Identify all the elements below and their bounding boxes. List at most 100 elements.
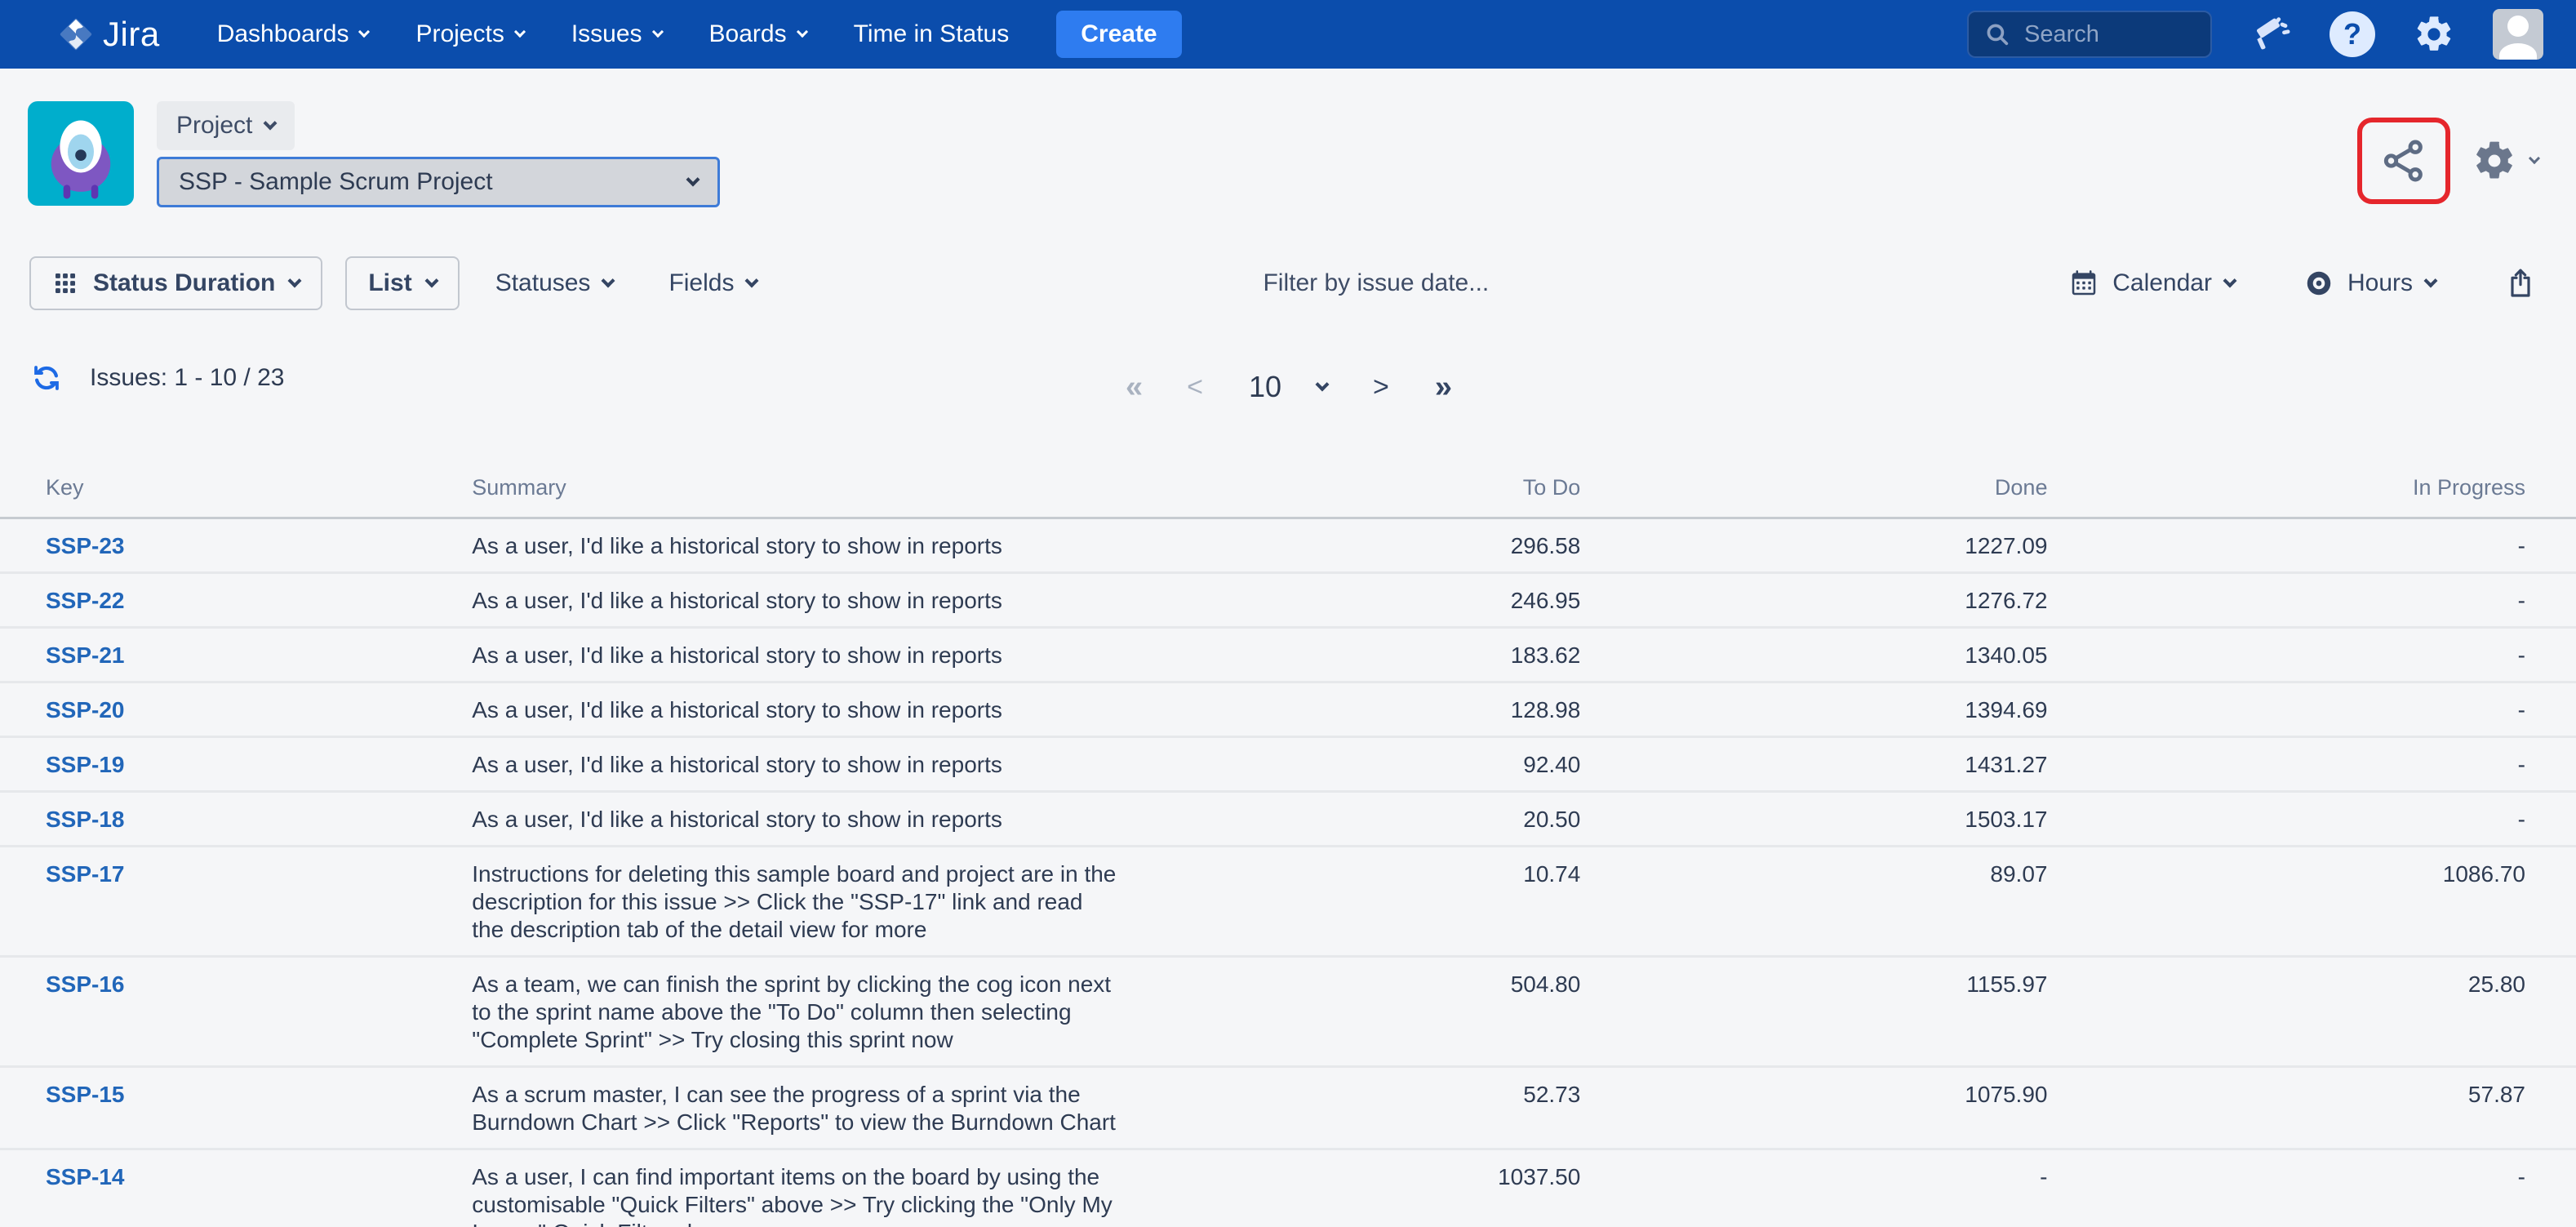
chevron-down-icon: [686, 173, 700, 187]
done-value: -: [1580, 1149, 2047, 1227]
issue-key-link[interactable]: SSP-18: [46, 807, 125, 832]
chevron-down-icon: [602, 274, 615, 288]
global-search[interactable]: [1967, 11, 2212, 58]
monster-avatar-icon: [28, 101, 134, 206]
done-value: 1503.17: [1580, 792, 2047, 847]
jira-logo[interactable]: Jira: [57, 15, 160, 54]
issue-key-link[interactable]: SSP-19: [46, 752, 125, 777]
issue-summary: As a scrum master, I can see the progres…: [472, 1081, 1117, 1136]
done-value: 1155.97: [1580, 957, 2047, 1067]
user-avatar[interactable]: [2493, 9, 2543, 60]
issues-table: Key Summary To Do Done In Progress SSP-2…: [0, 465, 2576, 1227]
feedback-megaphone-icon[interactable]: [2250, 13, 2292, 56]
table-row: SSP-18 As a user, I'd like a historical …: [0, 792, 2576, 847]
todo-value: 52.73: [1155, 1067, 1580, 1149]
column-header-key: Key: [0, 465, 472, 518]
export-button[interactable]: [2504, 267, 2537, 300]
column-header-todo: To Do: [1155, 465, 1580, 518]
chevron-down-icon: [651, 26, 663, 38]
metric-type-dropdown[interactable]: Status Duration: [29, 256, 322, 310]
todo-value: 128.98: [1155, 682, 1580, 737]
share-icon[interactable]: [2378, 136, 2429, 186]
done-value: 89.07: [1580, 847, 2047, 957]
done-value: 1276.72: [1580, 573, 2047, 628]
next-page-button[interactable]: >: [1373, 371, 1389, 403]
jira-logo-icon: [57, 16, 95, 53]
todo-value: 20.50: [1155, 792, 1580, 847]
nav-item-dashboards[interactable]: Dashboards: [217, 20, 369, 48]
nav-item-projects[interactable]: Projects: [415, 20, 523, 48]
issue-key-link[interactable]: SSP-15: [46, 1082, 125, 1107]
column-header-done: Done: [1580, 465, 2047, 518]
column-header-inprogress: In Progress: [2047, 465, 2576, 518]
calendar-dropdown[interactable]: Calendar: [2068, 268, 2235, 299]
project-type-dropdown[interactable]: Project: [157, 101, 295, 150]
inprogress-value: 25.80: [2047, 957, 2576, 1067]
search-input[interactable]: [2024, 21, 2187, 48]
inprogress-value: -: [2047, 573, 2576, 628]
prev-page-button[interactable]: <: [1187, 371, 1203, 403]
issue-summary: As a user, I'd like a historical story t…: [472, 696, 1117, 724]
issue-key-link[interactable]: SSP-14: [46, 1164, 125, 1189]
done-value: 1394.69: [1580, 682, 2047, 737]
chevron-down-icon: [2424, 274, 2438, 288]
grid-icon: [52, 270, 78, 296]
project-avatar: [28, 101, 134, 206]
chevron-down-icon: [424, 274, 438, 288]
report-toolbar: Status Duration List Statuses Fields Cal…: [0, 256, 2576, 310]
project-select[interactable]: SSP - Sample Scrum Project: [157, 157, 720, 207]
issues-count-label: Issues: 1 - 10 / 23: [90, 364, 284, 392]
results-bar: Issues: 1 - 10 / 23 « < 10 > »: [0, 361, 2576, 413]
issue-key-link[interactable]: SSP-22: [46, 588, 125, 613]
inprogress-value: 57.87: [2047, 1067, 2576, 1149]
search-icon: [1983, 20, 2011, 48]
issue-date-filter-input[interactable]: [757, 269, 2068, 297]
last-page-button[interactable]: »: [1435, 370, 1450, 405]
inprogress-value: -: [2047, 518, 2576, 573]
issue-summary: As a user, I'd like a historical story t…: [472, 587, 1117, 615]
table-row: SSP-23 As a user, I'd like a historical …: [0, 518, 2576, 573]
gear-icon: [2472, 138, 2517, 184]
annotation-red-highlight: [2357, 118, 2450, 204]
done-value: 1075.90: [1580, 1067, 2047, 1149]
nav-item-boards[interactable]: Boards: [709, 20, 806, 48]
table-row: SSP-16 As a team, we can finish the spri…: [0, 957, 2576, 1067]
todo-value: 296.58: [1155, 518, 1580, 573]
nav-item-time-in-status[interactable]: Time in Status: [854, 20, 1010, 48]
report-settings-dropdown[interactable]: [2472, 138, 2538, 184]
table-row: SSP-22 As a user, I'd like a historical …: [0, 573, 2576, 628]
refresh-button[interactable]: [29, 361, 64, 395]
done-value: 1227.09: [1580, 518, 2047, 573]
view-type-dropdown[interactable]: List: [345, 256, 459, 310]
issue-summary: As a user, I'd like a historical story t…: [472, 642, 1117, 669]
issue-key-link[interactable]: SSP-21: [46, 642, 125, 668]
table-row: SSP-20 As a user, I'd like a historical …: [0, 682, 2576, 737]
chevron-down-icon: [797, 26, 808, 38]
todo-value: 183.62: [1155, 628, 1580, 682]
todo-value: 1037.50: [1155, 1149, 1580, 1227]
page-size-dropdown[interactable]: 10: [1249, 370, 1327, 404]
chevron-down-icon: [264, 117, 278, 131]
help-icon[interactable]: ?: [2330, 11, 2375, 57]
todo-value: 246.95: [1155, 573, 1580, 628]
fields-dropdown[interactable]: Fields: [668, 269, 757, 297]
time-unit-dropdown[interactable]: Hours: [2303, 268, 2436, 299]
issue-key-link[interactable]: SSP-20: [46, 697, 125, 722]
chevron-down-icon: [2529, 153, 2540, 164]
issue-key-link[interactable]: SSP-23: [46, 533, 125, 558]
todo-value: 504.80: [1155, 957, 1580, 1067]
create-button[interactable]: Create: [1056, 11, 1181, 58]
issue-summary: As a user, I can find important items on…: [472, 1163, 1117, 1227]
inprogress-value: -: [2047, 628, 2576, 682]
avatar-head: [2507, 16, 2529, 37]
table-row: SSP-21 As a user, I'd like a historical …: [0, 628, 2576, 682]
statuses-dropdown[interactable]: Statuses: [495, 269, 614, 297]
brand-name: Jira: [103, 15, 160, 54]
column-header-summary: Summary: [472, 465, 1155, 518]
chevron-down-icon: [288, 274, 302, 288]
first-page-button[interactable]: «: [1126, 370, 1141, 405]
issue-key-link[interactable]: SSP-17: [46, 861, 125, 887]
settings-gear-icon[interactable]: [2413, 13, 2455, 56]
issue-key-link[interactable]: SSP-16: [46, 971, 125, 997]
nav-item-issues[interactable]: Issues: [571, 20, 662, 48]
